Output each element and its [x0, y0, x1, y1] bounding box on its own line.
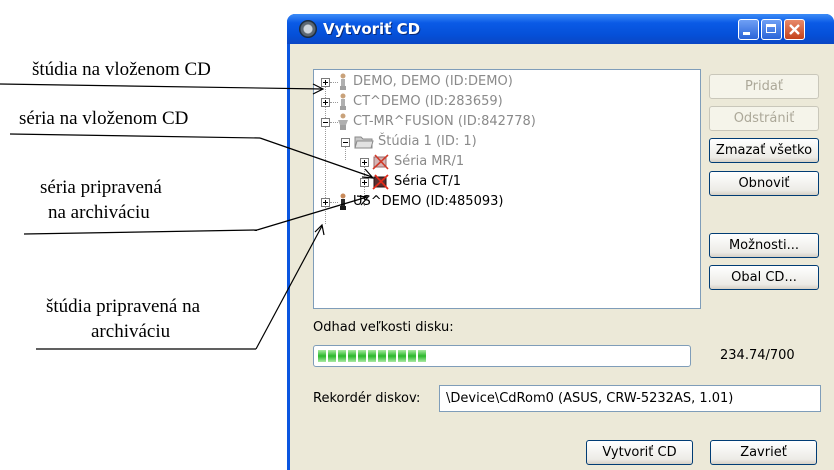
collapse-minus-icon[interactable] — [341, 138, 350, 147]
tree-node-patient[interactable]: DEMO, DEMO (ID:DEMO) — [353, 74, 513, 90]
tree-node-series[interactable]: Séria MR/1 — [394, 154, 464, 170]
disk-size-label: Odhad veľkosti disku: — [313, 320, 454, 335]
progress-segment — [358, 350, 366, 362]
tree-node-series[interactable]: Séria CT/1 — [394, 174, 461, 190]
patient-icon — [340, 93, 346, 110]
refresh-button[interactable]: Obnoviť — [709, 171, 819, 196]
tree-line — [330, 102, 338, 103]
cd-app-icon — [299, 20, 317, 38]
disk-size-progress-bar — [313, 345, 691, 367]
tree-line — [330, 202, 338, 203]
collapse-minus-icon[interactable] — [321, 118, 330, 127]
expand-plus-icon[interactable] — [321, 98, 330, 107]
progress-segment — [378, 350, 386, 362]
create-cd-dialog: Vytvoriť CD DEMO, DEMO (ID:DEMO) CT^DEMO… — [287, 14, 834, 470]
disk-size-value: 234.74/700 — [720, 348, 795, 363]
progress-segment — [388, 350, 396, 362]
tree-node-patient[interactable]: CT^DEMO (ID:283659) — [353, 94, 503, 110]
tree-node-study[interactable]: Štúdia 1 (ID: 1) — [378, 134, 477, 150]
title-bar[interactable]: Vytvoriť CD — [287, 14, 834, 44]
progress-segment — [318, 350, 326, 362]
annotation-series-ready-line1: séria pripravená — [40, 177, 162, 198]
progress-segment — [408, 350, 416, 362]
annotation-underline — [9, 133, 261, 139]
series-icon — [372, 154, 389, 170]
tree-node-patient[interactable]: US^DEMO (ID:485093) — [353, 194, 503, 210]
clear-all-button[interactable]: Zmazať všetko — [709, 138, 819, 163]
progress-segment — [368, 350, 376, 362]
annotation-underline — [23, 229, 258, 235]
cd-cover-button[interactable]: Obal CD... — [709, 265, 819, 290]
annotation-study-ready-line2: archiváciu — [91, 321, 171, 342]
recorder-label: Rekordér diskov: — [313, 391, 421, 406]
progress-segment — [348, 350, 356, 362]
studies-tree-view[interactable]: DEMO, DEMO (ID:DEMO) CT^DEMO (ID:283659)… — [313, 69, 701, 309]
options-button[interactable]: Možnosti... — [709, 233, 819, 258]
tree-node-patient[interactable]: CT-MR^FUSION (ID:842778) — [353, 114, 536, 130]
annotation-study-ready-line1: štúdia pripravená na — [46, 296, 201, 317]
patient-icon — [340, 73, 346, 90]
expand-plus-icon[interactable] — [360, 158, 369, 167]
close-icon[interactable] — [784, 19, 805, 40]
progress-segment — [398, 350, 406, 362]
patient-icon — [340, 193, 346, 210]
progress-segment — [338, 350, 346, 362]
expand-plus-icon[interactable] — [321, 78, 330, 87]
remove-button[interactable]: Odstrániť — [709, 106, 819, 131]
annotation-studies-on-cd: štúdia na vloženom CD — [32, 59, 211, 80]
close-button[interactable]: Zavrieť — [710, 440, 817, 465]
tree-line — [330, 82, 338, 83]
annotation-series-on-cd: séria na vloženom CD — [19, 108, 189, 129]
expand-plus-icon[interactable] — [360, 178, 369, 187]
expand-plus-icon[interactable] — [321, 198, 330, 207]
create-cd-button[interactable]: Vytvoriť CD — [586, 440, 693, 465]
add-button[interactable]: Pridať — [709, 74, 819, 99]
dialog-client-area: DEMO, DEMO (ID:DEMO) CT^DEMO (ID:283659)… — [290, 44, 834, 470]
annotation-series-ready-line2: na archiváciu — [48, 202, 150, 223]
window-title: Vytvoriť CD — [323, 20, 421, 38]
maximize-icon[interactable] — [761, 19, 782, 40]
folder-icon — [354, 136, 374, 149]
progress-segment — [328, 350, 336, 362]
series-icon — [372, 174, 389, 190]
patient-icon — [338, 113, 348, 130]
minimize-icon[interactable] — [738, 19, 759, 40]
progress-segment — [418, 350, 426, 362]
annotation-arrow-line — [0, 83, 323, 90]
recorder-field[interactable]: \Device\CdRom0 (ASUS, CRW-5232AS, 1.01) — [439, 385, 821, 412]
